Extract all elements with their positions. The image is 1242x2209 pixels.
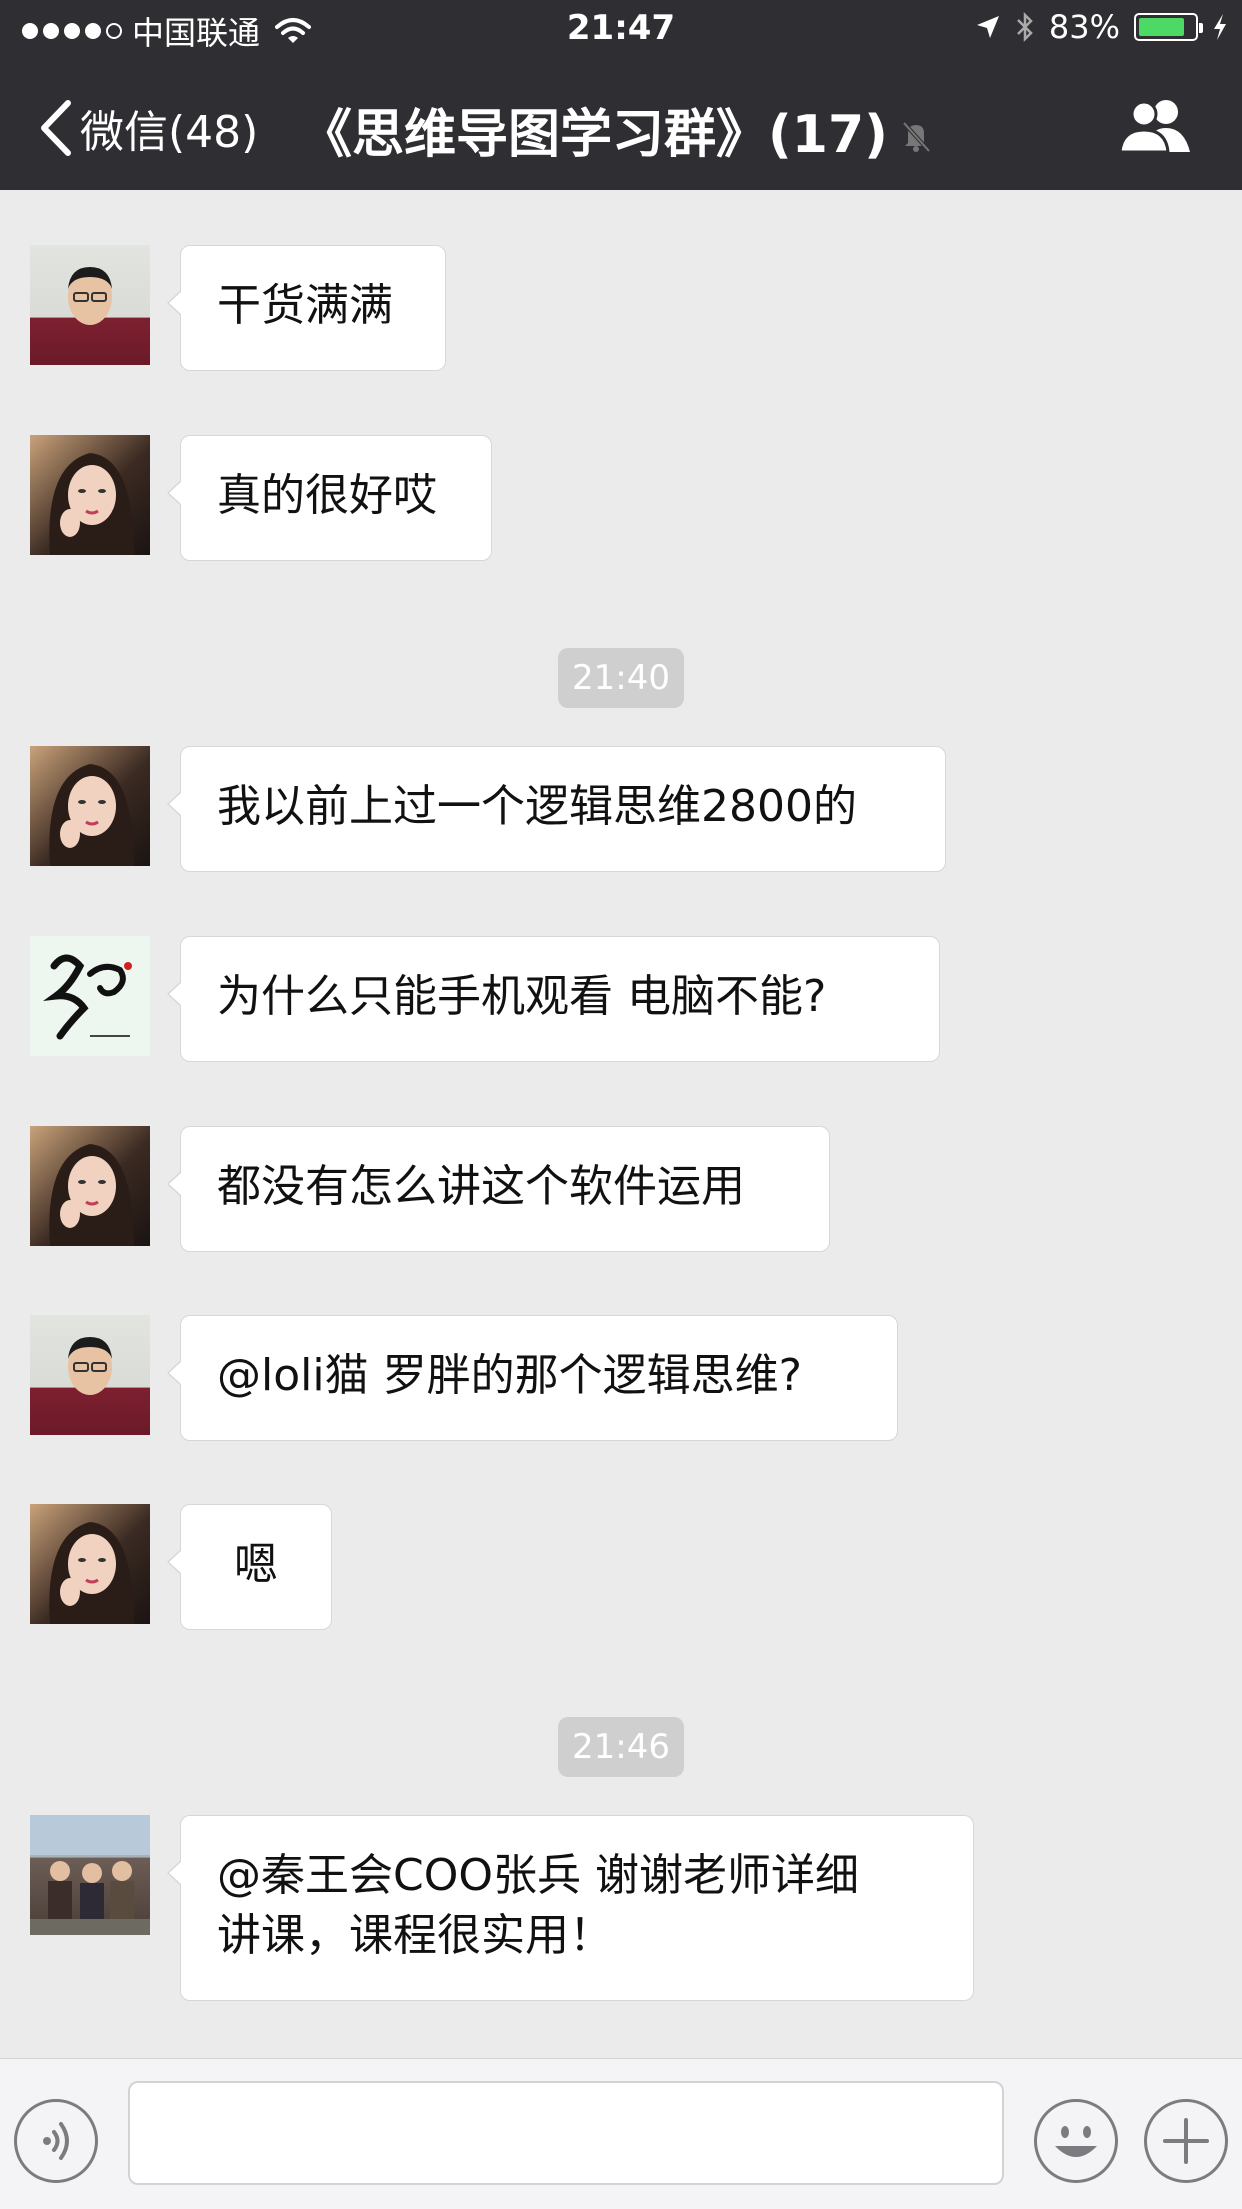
message-text-line: @秦王会COO张兵 谢谢老师详细: [217, 1850, 859, 1901]
timestamp: 21:40: [558, 648, 684, 708]
message-list[interactable]: 干货满满 真的很好哎 21:40 我以前上过一个逻辑思维2800的 为什么只能手…: [0, 190, 1242, 2060]
message-bubble[interactable]: 都没有怎么讲这个软件运用: [167, 1126, 830, 1252]
location-arrow-icon: [976, 16, 999, 38]
avatar[interactable]: [30, 245, 150, 365]
message-text: 嗯: [234, 1539, 278, 1590]
status-right: 83%: [975, 8, 1228, 46]
timestamp: 21:46: [558, 1717, 684, 1777]
plus-button[interactable]: [1144, 2099, 1228, 2183]
input-bar: [0, 2058, 1242, 2209]
nav-bar: 微信(48) 《思维导图学习群》(17): [0, 62, 1242, 190]
message-bubble[interactable]: @loli猫 罗胖的那个逻辑思维?: [167, 1315, 898, 1441]
message-text: @loli猫 罗胖的那个逻辑思维?: [217, 1350, 802, 1401]
avatar[interactable]: [30, 1126, 150, 1246]
battery-percent: 83%: [1048, 8, 1120, 46]
avatar[interactable]: [30, 435, 150, 555]
avatar[interactable]: [30, 746, 150, 866]
message-bubble[interactable]: 干货满满: [167, 245, 446, 371]
message-bubble[interactable]: @秦王会COO张兵 谢谢老师详细 讲课，课程很实用！: [167, 1815, 974, 2001]
message-text: 都没有怎么讲这个软件运用: [217, 1161, 745, 1212]
emoji-button[interactable]: [1034, 2099, 1118, 2183]
message-text-line: 讲课，课程很实用！: [217, 1910, 613, 1961]
chat-title-wrapper: 《思维导图学习群》(17): [300, 92, 936, 167]
plus-icon: [1163, 2118, 1209, 2164]
message-bubble[interactable]: 为什么只能手机观看 电脑不能?: [167, 936, 940, 1062]
message-bubble[interactable]: 我以前上过一个逻辑思维2800的: [167, 746, 946, 872]
avatar[interactable]: [30, 1315, 150, 1435]
header: 中国联通 21:47 83% 微信(48) 《思维导图学习群》(17): [0, 0, 1242, 190]
people-icon[interactable]: [1118, 96, 1192, 154]
voice-icon: [43, 2122, 69, 2160]
bluetooth-icon: [1016, 11, 1033, 43]
message-text: 为什么只能手机观看 电脑不能?: [217, 971, 827, 1022]
message-bubble[interactable]: 真的很好哎: [167, 435, 492, 561]
voice-button[interactable]: [14, 2099, 98, 2183]
charging-icon: [1214, 14, 1226, 40]
avatar[interactable]: [30, 1504, 150, 1624]
avatar[interactable]: [30, 1815, 150, 1935]
back-label: 微信(48): [80, 107, 259, 158]
message-input[interactable]: [128, 2081, 1004, 2185]
chat-title: 《思维导图学习群》(17): [300, 105, 888, 165]
smiley-icon: [1055, 2126, 1097, 2157]
message-text: 我以前上过一个逻辑思维2800的: [217, 781, 857, 832]
back-button[interactable]: 微信(48): [38, 96, 258, 160]
message-text: 干货满满: [217, 280, 393, 331]
avatar[interactable]: [30, 936, 150, 1056]
chevron-left-icon: [41, 100, 71, 156]
status-bar: 中国联通 21:47 83%: [0, 0, 1242, 62]
message-bubble[interactable]: 嗯: [167, 1504, 332, 1630]
message-text: 真的很好哎: [217, 470, 437, 521]
bell-slash-icon: [902, 121, 931, 152]
battery-icon: [1134, 13, 1203, 41]
